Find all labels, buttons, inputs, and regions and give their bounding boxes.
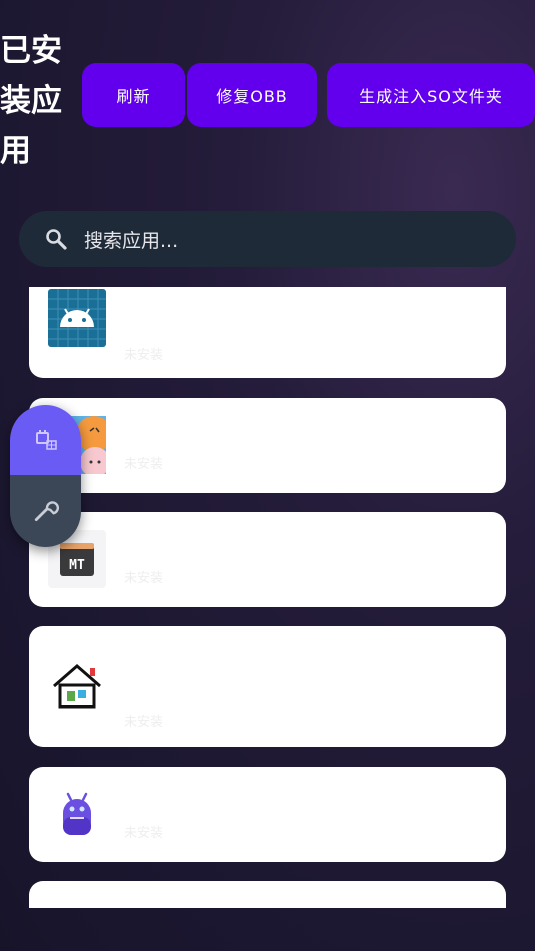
app-status: 未安装 [124, 715, 164, 730]
app-status: 未安装 [124, 457, 164, 472]
search-input[interactable]: 搜索应用... [84, 226, 178, 253]
app-card[interactable] [29, 881, 506, 908]
app-card[interactable]: 未安装 [29, 398, 506, 493]
app-status: 未安装 [124, 826, 164, 841]
search-bar[interactable]: 搜索应用... [19, 211, 516, 267]
robot-icon [63, 792, 91, 835]
android-icon [48, 289, 106, 347]
app-list[interactable]: 未安装 未安装 MT 未安装 未安装 未安装 [0, 287, 535, 908]
app-card[interactable]: MT 未安装 [29, 512, 506, 607]
pixel-house-icon [53, 664, 101, 709]
app-card[interactable]: 未安装 [29, 626, 506, 747]
tools-button[interactable] [10, 475, 81, 547]
plugin-icon [35, 430, 57, 450]
search-icon [46, 229, 67, 250]
app-status: 未安装 [124, 348, 164, 363]
plugin-button[interactable] [10, 405, 81, 475]
wrench-icon [34, 501, 59, 522]
fix-obb-button[interactable]: 修复OBB [187, 63, 317, 127]
app-status: 未安装 [124, 571, 164, 586]
refresh-button[interactable]: 刷新 [82, 63, 185, 127]
app-card[interactable]: 未安装 [29, 767, 506, 862]
floating-action-pill[interactable] [10, 405, 81, 547]
page-title: 已安装应用 [0, 33, 62, 169]
generate-so-folder-button[interactable]: 生成注入SO文件夹 [327, 63, 535, 127]
svg-text:MT: MT [69, 558, 85, 573]
app-card[interactable]: 未安装 [29, 287, 506, 378]
